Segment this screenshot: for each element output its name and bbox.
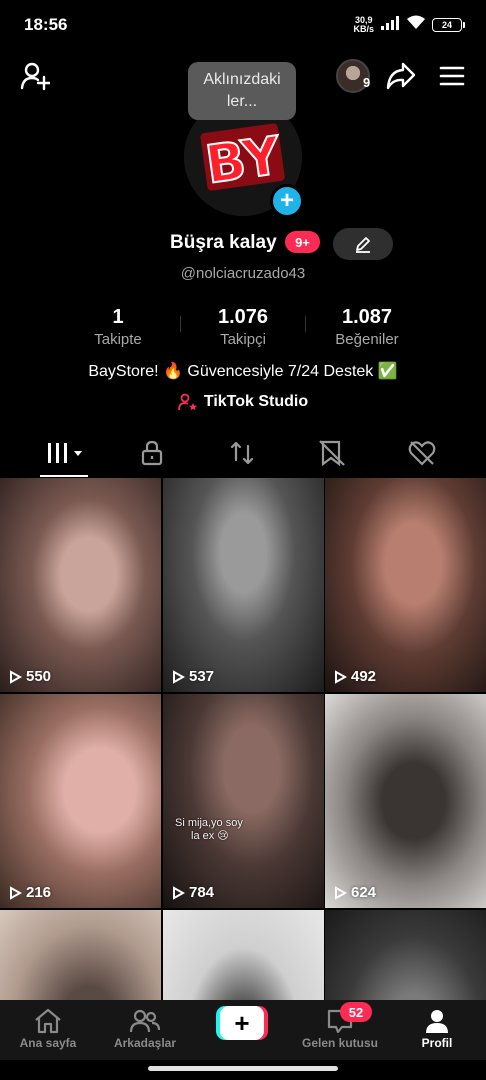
video-views: 537 bbox=[171, 668, 214, 685]
video-thumbnail[interactable]: 492 bbox=[325, 478, 486, 692]
wifi-icon bbox=[406, 15, 426, 35]
video-grid: 550 537 492 216 Si mija,yo soy la ex 😢 7… bbox=[0, 478, 486, 1000]
story-count: 9 bbox=[363, 75, 371, 90]
status-icons: 30,9 KB/s 24 bbox=[353, 15, 465, 35]
play-icon bbox=[10, 885, 22, 900]
share-icon[interactable] bbox=[384, 59, 418, 93]
stat-following[interactable]: 1 Takipte bbox=[58, 306, 178, 348]
video-views: 492 bbox=[333, 668, 376, 685]
video-views: 216 bbox=[8, 884, 51, 901]
video-thumbnail[interactable]: 550 bbox=[0, 478, 161, 692]
display-name: Büşra kalay bbox=[170, 232, 277, 253]
battery-icon: 24 bbox=[432, 18, 465, 32]
play-icon bbox=[173, 885, 185, 900]
nav-home[interactable]: Ana sayfa bbox=[0, 1006, 96, 1050]
notification-badge[interactable]: 9+ bbox=[285, 231, 320, 253]
profile-stats: 1 Takipte 1.076 Takipçi 1.087 Beğeniler bbox=[0, 306, 486, 350]
video-views: 784 bbox=[171, 884, 214, 901]
repost-icon bbox=[230, 441, 254, 465]
pencil-icon bbox=[356, 237, 370, 253]
tab-private[interactable] bbox=[122, 430, 182, 476]
status-bar: 18:56 30,9 KB/s 24 bbox=[0, 0, 486, 50]
video-caption: Si mija,yo soy la ex 😢 bbox=[175, 817, 243, 842]
play-icon bbox=[173, 669, 185, 684]
stat-divider bbox=[180, 316, 181, 332]
stat-followers[interactable]: 1.076 Takipçi bbox=[183, 306, 303, 348]
friends-icon bbox=[97, 1006, 193, 1036]
grid-icon bbox=[48, 443, 82, 463]
menu-icon[interactable] bbox=[436, 59, 468, 93]
bio-text: BayStore! 🔥 Güvencesiyle 7/24 Destek ✅ bbox=[88, 363, 398, 380]
heart-hidden-icon bbox=[408, 441, 436, 466]
play-icon bbox=[335, 669, 347, 684]
tab-liked[interactable] bbox=[392, 430, 452, 476]
tab-favorites[interactable] bbox=[302, 430, 362, 476]
create-button[interactable]: + bbox=[216, 1006, 268, 1040]
home-icon bbox=[0, 1006, 96, 1036]
bottom-nav: Ana sayfa Arkadaşlar + Gelen kutusu 52 P… bbox=[0, 1000, 486, 1060]
video-views: 550 bbox=[8, 668, 51, 685]
username: @nolciacruzado43 bbox=[180, 265, 306, 282]
tab-indicator bbox=[40, 475, 88, 477]
stat-likes[interactable]: 1.087 Beğeniler bbox=[307, 306, 427, 348]
note-tooltip[interactable]: Aklınızdaki ler... bbox=[188, 62, 296, 120]
tab-reposts[interactable] bbox=[212, 430, 272, 476]
video-thumbnail[interactable]: 537 bbox=[163, 478, 324, 692]
name-row: Büşra kalay 9+ bbox=[0, 228, 486, 260]
nav-profile[interactable]: Profil bbox=[389, 1006, 485, 1050]
nav-friends[interactable]: Arkadaşlar bbox=[97, 1006, 193, 1050]
inbox-badge: 52 bbox=[340, 1002, 372, 1022]
video-thumbnail[interactable]: 624 bbox=[325, 694, 486, 908]
video-thumbnail[interactable]: 216 bbox=[0, 694, 161, 908]
network-speed: 30,9 KB/s bbox=[353, 15, 374, 34]
play-icon bbox=[10, 669, 22, 684]
add-photo-button[interactable]: + bbox=[270, 184, 304, 218]
studio-person-icon bbox=[177, 393, 197, 411]
profile-icon bbox=[389, 1006, 485, 1036]
add-friend-icon[interactable] bbox=[18, 59, 52, 93]
edit-profile-button[interactable] bbox=[333, 228, 393, 260]
tab-videos[interactable] bbox=[36, 430, 96, 476]
video-thumbnail[interactable] bbox=[325, 910, 486, 1000]
profile-tabs bbox=[0, 430, 486, 478]
play-icon bbox=[335, 885, 347, 900]
tiktok-studio-link[interactable]: TikTok Studio bbox=[0, 393, 486, 411]
stat-divider bbox=[305, 316, 306, 332]
video-views: 624 bbox=[333, 884, 376, 901]
status-time: 18:56 bbox=[24, 15, 68, 34]
video-thumbnail[interactable]: Si mija,yo soy la ex 😢 784 bbox=[163, 694, 324, 908]
video-thumbnail[interactable] bbox=[163, 910, 324, 1000]
logo-text: BY bbox=[202, 126, 285, 196]
signal-icon bbox=[380, 15, 400, 35]
lock-icon bbox=[141, 440, 163, 466]
video-thumbnail[interactable] bbox=[0, 910, 161, 1000]
home-indicator[interactable] bbox=[148, 1066, 338, 1071]
bookmark-hidden-icon bbox=[319, 440, 345, 467]
plus-icon: + bbox=[220, 1006, 264, 1040]
